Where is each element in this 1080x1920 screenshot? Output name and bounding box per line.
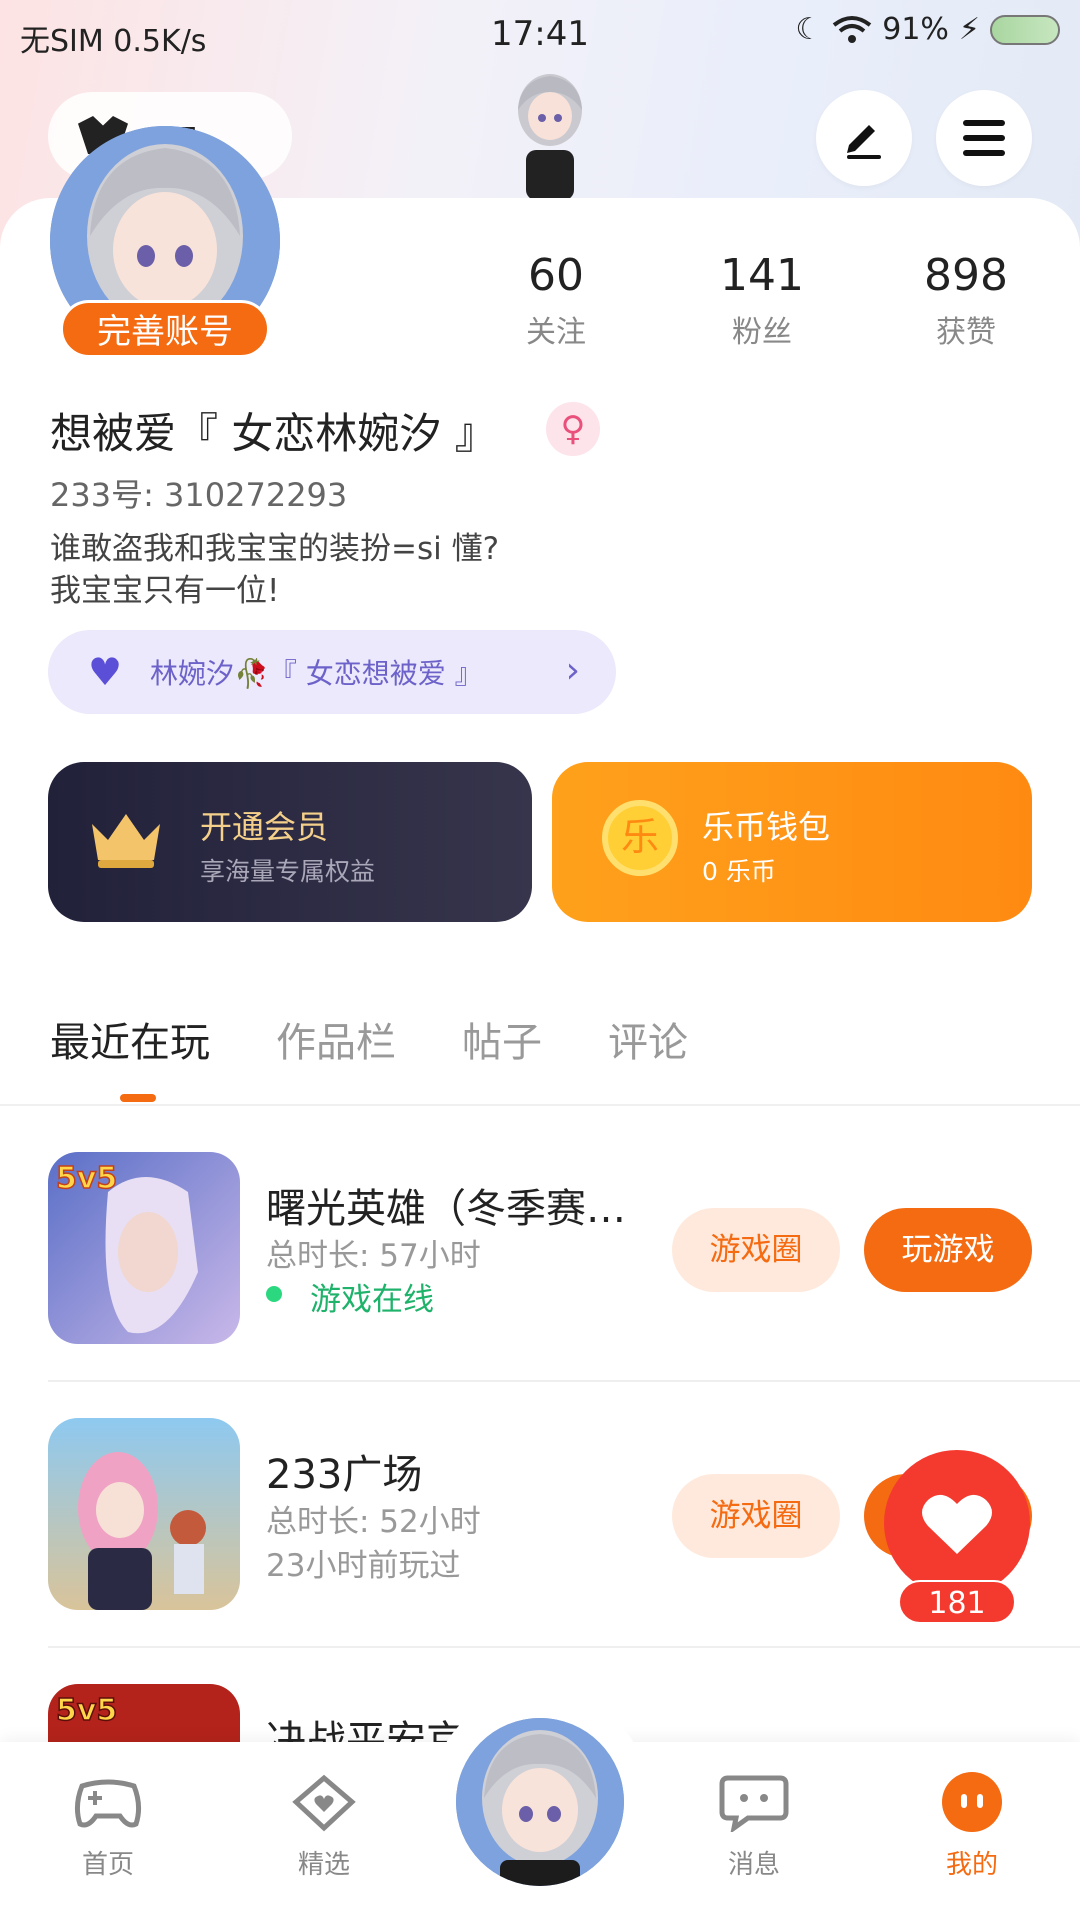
nav-messages[interactable]: 消息 [684, 1772, 824, 1881]
wifi-icon [833, 15, 872, 43]
game-circle-button[interactable]: 游戏圈 [672, 1208, 840, 1292]
charging-icon: ⚡ [958, 12, 980, 47]
tab-indicator [120, 1094, 156, 1102]
nav-messages-label: 消息 [727, 1850, 780, 1880]
stat-fans-label: 粉丝 [732, 315, 792, 350]
nav-featured-label: 精选 [297, 1850, 350, 1880]
edit-profile-button[interactable] [816, 90, 912, 186]
crown-icon [92, 814, 160, 868]
divider [0, 1104, 1080, 1106]
bio-line-2: 我宝宝只有一位! [50, 573, 280, 609]
game-status-text: 游戏在线 [310, 1282, 434, 1318]
wallet-subtitle: 0 乐币 [702, 857, 776, 886]
heart-shield-icon [292, 1774, 356, 1832]
wallet-card[interactable]: 乐 乐币钱包 0 乐币 [552, 762, 1032, 922]
profile-tabs: 最近在玩 作品栏 帖子 评论 [50, 1010, 688, 1068]
wallet-title: 乐币钱包 [702, 808, 831, 846]
game-thumbnail: 5v5 [48, 1152, 240, 1344]
tab-posts[interactable]: 帖子 [462, 1010, 542, 1068]
character-figure[interactable] [500, 70, 600, 200]
stat-fans[interactable]: 141 粉丝 [682, 250, 842, 351]
stat-following-count: 60 [528, 250, 584, 301]
bio: 谁敢盗我和我宝宝的装扮=si 懂? 我宝宝只有一位! [50, 528, 670, 612]
bio-line-1: 谁敢盗我和我宝宝的装扮=si 懂? [50, 531, 500, 567]
tab-comments[interactable]: 评论 [608, 1010, 688, 1068]
status-bar: 无SIM 0.5K/s 17:41 ☾ 91% ⚡ [0, 0, 1080, 70]
vip-title: 开通会员 [200, 808, 329, 846]
couple-link[interactable]: ♥ 林婉汐🥀『 女恋想被爱 』 › [48, 630, 616, 714]
nav-home[interactable]: 首页 [38, 1772, 178, 1881]
stat-likes-label: 获赞 [936, 315, 996, 350]
stat-following-label: 关注 [526, 315, 586, 350]
hamburger-icon [963, 120, 1005, 156]
user-id: 233号: 310272293 [50, 476, 348, 514]
like-count-badge: 181 [898, 1580, 1016, 1624]
tab-recent[interactable]: 最近在玩 [50, 1010, 210, 1068]
game-thumbnail [48, 1418, 240, 1610]
moon-icon: ☾ [795, 12, 823, 47]
heart-icon: ♥ [88, 650, 123, 694]
svg-text:5v5: 5v5 [56, 1693, 117, 1728]
status-icons: ☾ 91% ⚡ [795, 12, 1060, 47]
divider [48, 1380, 1080, 1382]
nav-featured[interactable]: 精选 [254, 1772, 394, 1881]
chevron-right-icon: › [565, 650, 580, 691]
nav-me-label: 我的 [945, 1850, 998, 1880]
profile-face-icon [942, 1772, 1002, 1832]
stat-following[interactable]: 60 关注 [476, 250, 636, 351]
game-circle-button[interactable]: 游戏圈 [672, 1474, 840, 1558]
battery-icon [990, 14, 1060, 45]
heart-icon [922, 1494, 992, 1554]
menu-button[interactable] [936, 90, 1032, 186]
female-gender-icon: ♀ [546, 402, 600, 456]
nav-home-label: 首页 [81, 1850, 134, 1880]
game-name: 233广场 [266, 1452, 423, 1498]
tab-works[interactable]: 作品栏 [276, 1010, 396, 1068]
svg-text:5v5: 5v5 [56, 1161, 117, 1196]
stat-fans-count: 141 [720, 250, 804, 301]
game-playtime: 总时长: 57小时 [266, 1238, 481, 1274]
game-last-played: 23小时前玩过 [266, 1548, 461, 1584]
nav-me[interactable]: 我的 [902, 1772, 1042, 1881]
battery-text: 91% [882, 12, 949, 47]
online-dot-icon [266, 1286, 282, 1302]
complete-account-badge[interactable]: 完善账号 [60, 300, 270, 358]
stat-likes[interactable]: 898 获赞 [886, 250, 1046, 351]
nickname: 想被爱『 女恋林婉汐 』 [50, 409, 497, 458]
vip-subtitle: 享海量专属权益 [200, 857, 376, 886]
play-game-button[interactable]: 玩游戏 [864, 1208, 1032, 1292]
couple-text: 林婉汐🥀『 女恋想被爱 』 [150, 657, 483, 690]
list-item[interactable]: 5v5 曙光英雄（冬季赛… 总时长: 57小时 游戏在线 游戏圈 玩游戏 [48, 1152, 1080, 1348]
divider [48, 1646, 1080, 1648]
center-nav-avatar[interactable] [456, 1718, 624, 1886]
game-status: 游戏在线 [266, 1274, 434, 1319]
gamepad-icon [74, 1779, 142, 1828]
stat-likes-count: 898 [924, 250, 1008, 301]
vip-card[interactable]: 开通会员 享海量专属权益 [48, 762, 532, 922]
like-fab[interactable] [884, 1450, 1030, 1596]
game-name: 曙光英雄（冬季赛… [266, 1186, 626, 1232]
coin-icon: 乐 [602, 800, 678, 876]
pen-icon [847, 125, 881, 159]
game-playtime: 总时长: 52小时 [266, 1504, 481, 1540]
chat-icon [719, 1775, 789, 1834]
